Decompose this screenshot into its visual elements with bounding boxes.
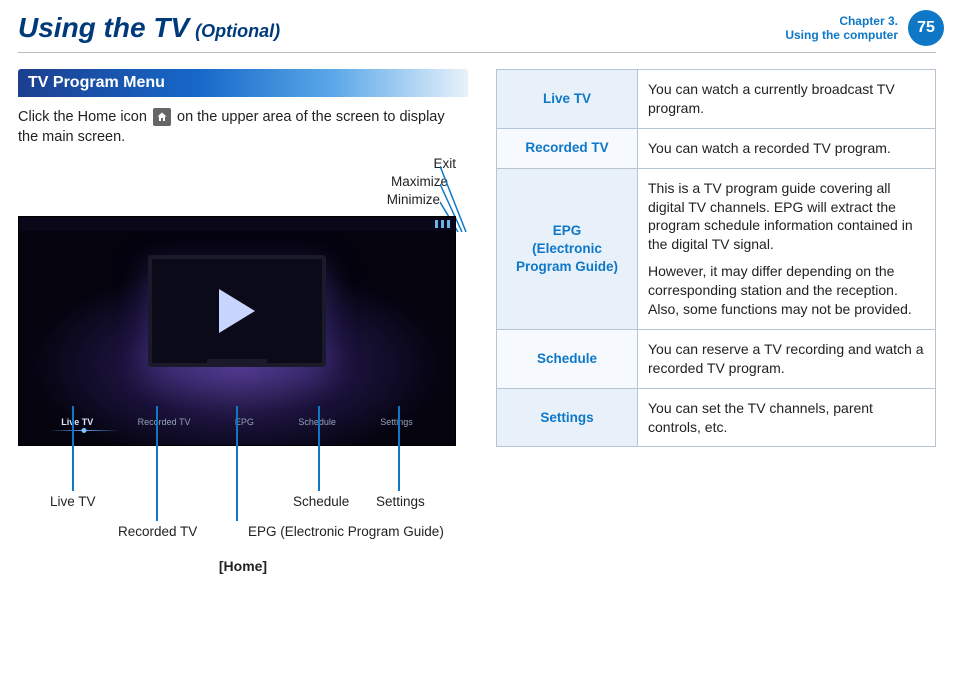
table-row: Schedule You can reserve a TV recording … — [497, 329, 936, 388]
row-desc: You can reserve a TV recording and watch… — [638, 329, 936, 388]
callout-schedule: Schedule — [293, 494, 349, 509]
row-label: Recorded TV — [497, 128, 638, 168]
callout-line — [156, 406, 158, 521]
intro-text: Click the Home icon on the upper area of… — [18, 107, 468, 148]
left-column: TV Program Menu Click the Home icon on t… — [18, 69, 468, 574]
table-row: Recorded TV You can watch a recorded TV … — [497, 128, 936, 168]
page-subtitle: (Optional) — [195, 21, 280, 46]
row-desc: You can watch a currently broadcast TV p… — [638, 70, 936, 129]
tab-recorded-tv[interactable]: Recorded TV — [138, 417, 191, 427]
home-icon — [153, 108, 171, 126]
intro-before: Click the Home icon — [18, 109, 147, 125]
callout-line — [72, 406, 74, 491]
row-label: EPG (Electronic Program Guide) — [497, 168, 638, 329]
row-desc: You can watch a recorded TV program. — [638, 128, 936, 168]
section-heading: TV Program Menu — [18, 69, 468, 97]
row-desc: This is a TV program guide covering all … — [638, 168, 936, 329]
chapter-label: Chapter 3. Using the computer — [785, 14, 898, 43]
row-desc: You can set the TV channels, parent cont… — [638, 388, 936, 447]
chapter-line1: Chapter 3. — [785, 14, 898, 28]
play-icon[interactable] — [219, 289, 255, 333]
maximize-icon[interactable] — [441, 220, 444, 228]
active-tab-indicator — [49, 430, 119, 431]
callout-recorded-tv: Recorded TV — [118, 524, 197, 539]
tv-illustration — [148, 255, 326, 367]
close-icon[interactable] — [447, 220, 450, 228]
table-row: Settings You can set the TV channels, pa… — [497, 388, 936, 447]
minimize-icon[interactable] — [435, 220, 438, 228]
header-divider — [18, 52, 936, 53]
home-caption: [Home] — [18, 558, 468, 574]
callout-live-tv: Live TV — [50, 494, 96, 509]
callout-line — [318, 406, 320, 491]
row-label: Schedule — [497, 329, 638, 388]
row-label: Live TV — [497, 70, 638, 129]
callout-line — [398, 406, 400, 491]
row-label: Settings — [497, 388, 638, 447]
tab-settings[interactable]: Settings — [380, 417, 413, 427]
tab-live-tv[interactable]: Live TV — [61, 417, 93, 427]
page-number-badge: 75 — [908, 10, 944, 46]
chapter-line2: Using the computer — [785, 28, 898, 42]
row-desc-p2: However, it may differ depending on the … — [648, 262, 925, 319]
tv-stand — [207, 359, 267, 365]
page-title: Using the TV — [18, 12, 189, 44]
feature-table: Live TV You can watch a currently broadc… — [496, 69, 936, 447]
callout-line — [236, 406, 238, 521]
row-desc-p1: This is a TV program guide covering all … — [648, 179, 925, 255]
window-control-callouts: Exit Maximize Minimize — [18, 156, 468, 216]
right-column: Live TV You can watch a currently broadc… — [496, 69, 936, 574]
callout-epg: EPG (Electronic Program Guide) — [248, 524, 444, 539]
table-row: Live TV You can watch a currently broadc… — [497, 70, 936, 129]
titlebar — [19, 217, 455, 231]
bottom-callouts: Live TV Recorded TV EPG (Electronic Prog… — [18, 446, 468, 556]
callout-minimize: Minimize — [387, 192, 440, 207]
page-header: Using the TV (Optional) Chapter 3. Using… — [0, 10, 954, 48]
table-row: EPG (Electronic Program Guide) This is a… — [497, 168, 936, 329]
tab-epg[interactable]: EPG — [235, 417, 254, 427]
callout-settings: Settings — [376, 494, 425, 509]
header-right: Chapter 3. Using the computer 75 — [785, 10, 954, 46]
